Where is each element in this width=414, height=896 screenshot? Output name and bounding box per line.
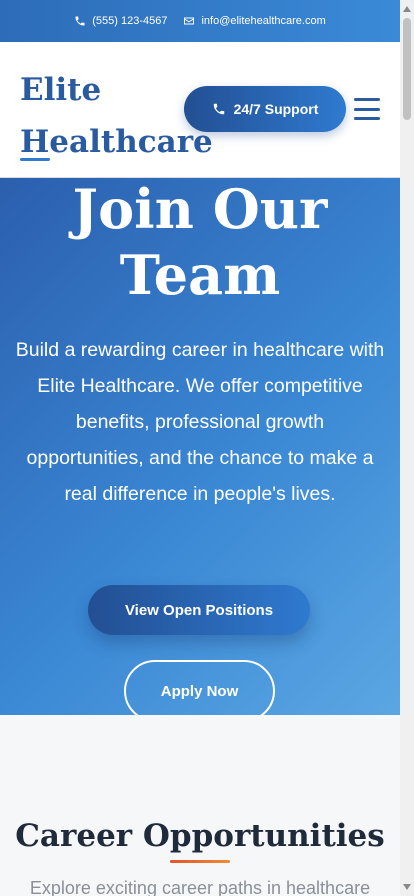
logo-underline [20,158,50,161]
phone-icon [75,16,85,26]
section-title-underline [170,860,230,863]
phone-contact[interactable]: (555) 123-4567 [74,15,167,27]
phone-number: (555) 123-4567 [92,15,168,27]
hero-section: Join Our Team Build a rewarding career i… [0,176,400,722]
apply-now-button[interactable]: Apply Now [124,660,275,722]
support-button[interactable]: 24/7 Support [184,86,346,132]
site-logo[interactable]: Elite Healthcare [20,64,213,168]
top-contact-bar: (555) 123-4567 info@elitehealthcare.com [0,0,400,42]
scroll-down-arrow-icon[interactable] [403,884,411,890]
career-opportunities-section: Career Opportunities Explore exciting ca… [0,715,400,896]
hamburger-menu-icon[interactable] [354,98,380,120]
scroll-up-arrow-icon[interactable] [403,6,411,12]
menu-bar [354,98,380,101]
envelope-icon [184,17,195,25]
section-subtitle: Explore exciting career paths in healthc… [29,878,371,896]
hero-title-line-2: Team [119,243,281,307]
menu-bar [354,117,380,120]
view-open-positions-button[interactable]: View Open Positions [88,585,310,635]
email-address: info@elitehealthcare.com [201,15,326,27]
hero-title: Join Our Team [0,176,400,308]
hero-title-line-1: Join Our [72,177,328,241]
menu-bar [354,107,380,111]
logo-line-1: Elite [20,72,102,108]
scrollbar-thumb[interactable] [403,18,411,120]
support-button-label: 24/7 Support [233,101,319,117]
hero-description: Build a rewarding career in healthcare w… [15,339,385,505]
email-contact[interactable]: info@elitehealthcare.com [183,15,326,27]
phone-icon [213,103,224,115]
section-title: Career Opportunities [15,818,385,854]
page-scrollbar[interactable] [400,0,414,896]
